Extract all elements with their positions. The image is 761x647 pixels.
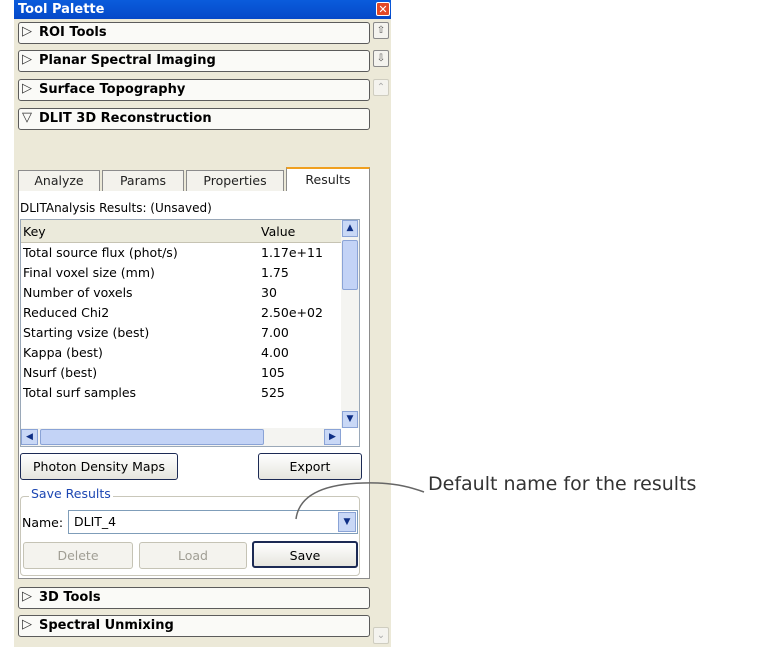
callout-text: Default name for the results bbox=[428, 473, 697, 495]
callout-leader-line bbox=[295, 482, 425, 520]
